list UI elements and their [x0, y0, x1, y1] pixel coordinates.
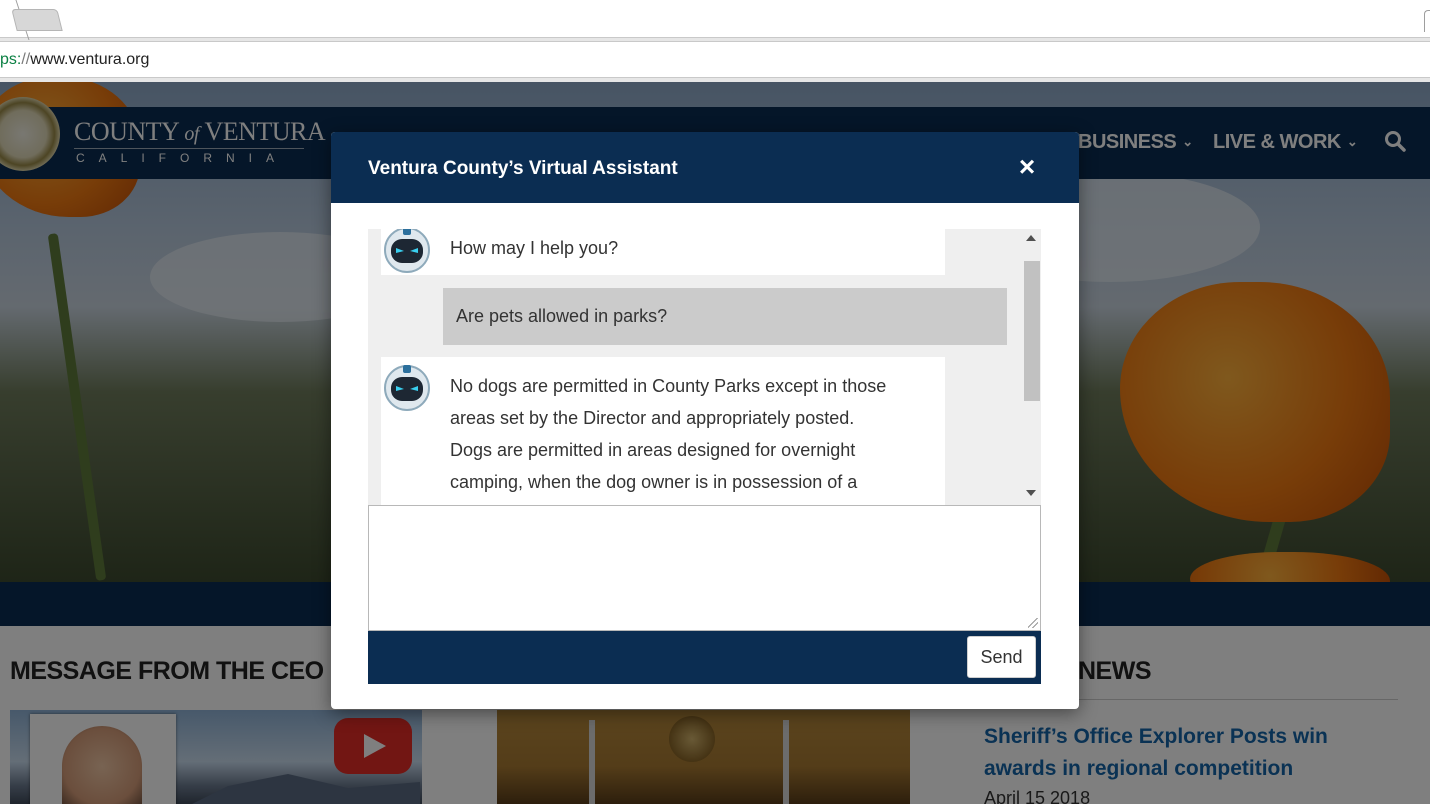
dialog-title: Ventura County’s Virtual Assistant: [368, 158, 678, 179]
bot-message-line: areas set by the Director and appropriat…: [450, 408, 855, 428]
bot-message-line: Dogs are permitted in areas designed for…: [450, 440, 856, 460]
message-input[interactable]: [368, 505, 1041, 631]
bot-message: How may I help you?: [381, 229, 945, 275]
new-tab-button[interactable]: [11, 9, 63, 31]
bot-message-line: No dogs are permitted in County Parks ex…: [450, 376, 887, 396]
send-bar: Send: [368, 631, 1041, 684]
send-button[interactable]: Send: [967, 636, 1036, 678]
url-host: www.ventura.org: [30, 51, 150, 68]
address-bar[interactable]: ps://www.ventura.org: [0, 41, 1430, 78]
robot-avatar-icon: [384, 365, 430, 411]
bot-message: No dogs are permitted in County Parks ex…: [381, 357, 945, 505]
close-button[interactable]: ×: [1015, 153, 1039, 181]
scroll-down-icon[interactable]: [1026, 490, 1036, 496]
user-message: Are pets allowed in parks?: [443, 288, 1007, 345]
bot-message-line: camping, when the dog owner is in posses…: [450, 472, 858, 492]
window-edge: [1424, 10, 1430, 32]
chat-transcript[interactable]: How may I help you? Are pets allowed in …: [368, 229, 1041, 505]
resize-grip-icon[interactable]: [1028, 618, 1038, 628]
bot-message-text: How may I help you?: [450, 238, 619, 258]
scroll-up-icon[interactable]: [1026, 235, 1036, 241]
user-message-text: Are pets allowed in parks?: [456, 306, 668, 326]
url-scheme: ps:: [0, 51, 22, 68]
virtual-assistant-dialog: Ventura County’s Virtual Assistant × How…: [331, 132, 1079, 709]
scroll-thumb[interactable]: [1024, 261, 1040, 401]
bot-message-body: No dogs are permitted in County Parks ex…: [450, 370, 886, 498]
url-separator: //: [21, 51, 31, 68]
dialog-header: Ventura County’s Virtual Assistant ×: [331, 132, 1079, 203]
browser-tabstrip: [0, 0, 1430, 40]
robot-avatar-icon: [384, 229, 430, 273]
url-text[interactable]: ps://www.ventura.org: [0, 51, 149, 69]
chat-scrollbar[interactable]: [1022, 229, 1041, 505]
